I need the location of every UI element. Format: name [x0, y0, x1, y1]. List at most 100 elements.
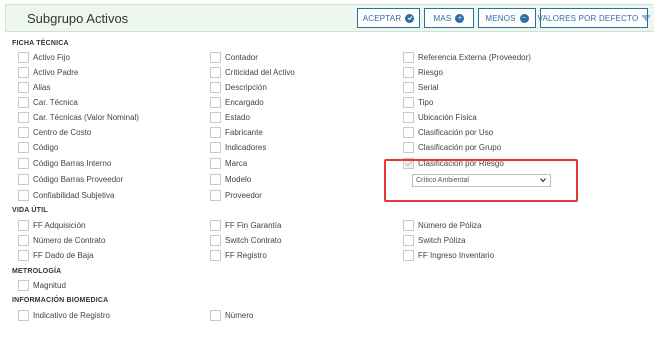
option-centro-de-costo[interactable]: Centro de Costo	[18, 126, 91, 138]
option-label: Marca	[225, 158, 248, 168]
option-car-tecnicas-valor-nominal[interactable]: Car. Técnicas (Valor Nominal)	[18, 111, 139, 123]
checkbox[interactable]	[403, 234, 414, 246]
option-activo-fijo[interactable]: Activo Fijo	[18, 51, 70, 63]
option-label: FF Adquisición	[33, 220, 86, 230]
checkbox[interactable]	[403, 249, 414, 261]
option-indicativo-de-registro[interactable]: Indicativo de Registro	[18, 309, 110, 321]
checkbox[interactable]	[18, 234, 29, 246]
checkbox[interactable]	[18, 96, 29, 108]
checkbox[interactable]	[210, 189, 221, 201]
check-circle-icon	[405, 13, 415, 23]
option-label: Clasificación por Uso	[418, 127, 494, 137]
checkbox[interactable]	[210, 66, 221, 78]
option-label: Alias	[33, 82, 51, 92]
option-serial[interactable]: Serial	[403, 81, 438, 93]
option-ff-dado-de-baja[interactable]: FF Dado de Baja	[18, 249, 93, 261]
checkbox[interactable]	[18, 81, 29, 93]
checkbox[interactable]	[18, 249, 29, 261]
option-label: Switch Contrato	[225, 235, 282, 245]
option-referencia-externa[interactable]: Referencia Externa (Proveedor)	[403, 51, 531, 63]
option-encargado[interactable]: Encargado	[210, 96, 264, 108]
checkbox[interactable]	[210, 96, 221, 108]
checkbox[interactable]	[18, 157, 29, 169]
checkbox[interactable]	[210, 219, 221, 231]
option-riesgo[interactable]: Riesgo	[403, 66, 443, 78]
option-tipo[interactable]: Tipo	[403, 96, 433, 108]
option-confiabilidad-subjetiva[interactable]: Confiabilidad Subjetiva	[18, 189, 114, 201]
option-ff-adquisicion[interactable]: FF Adquisición	[18, 219, 85, 231]
aceptar-button[interactable]: ACEPTAR	[357, 8, 420, 28]
checkbox[interactable]	[18, 189, 29, 201]
option-ff-registro[interactable]: FF Registro	[210, 249, 267, 261]
mas-button[interactable]: MAS +	[424, 8, 474, 28]
option-label: FF Registro	[225, 250, 267, 260]
checkbox[interactable]	[403, 111, 414, 123]
checkbox[interactable]	[18, 111, 29, 123]
option-contador[interactable]: Contador	[210, 51, 258, 63]
option-label: Descripción	[225, 82, 267, 92]
checkbox[interactable]	[18, 141, 29, 153]
option-alias[interactable]: Alias	[18, 81, 50, 93]
option-numero[interactable]: Número	[210, 309, 253, 321]
option-car-tecnica[interactable]: Car. Técnica	[18, 96, 78, 108]
checkbox[interactable]	[403, 81, 414, 93]
checkbox[interactable]	[403, 126, 414, 138]
option-label: Número	[225, 310, 254, 320]
option-switch-poliza[interactable]: Switch Póliza	[403, 234, 466, 246]
option-label: Ubicación Física	[418, 112, 477, 122]
option-descripcion[interactable]: Descripción	[210, 81, 267, 93]
option-magnitud[interactable]: Magnitud	[18, 279, 66, 291]
checkbox[interactable]	[210, 81, 221, 93]
checkbox[interactable]	[18, 309, 29, 321]
checkbox[interactable]	[403, 51, 414, 63]
checkbox[interactable]	[210, 249, 221, 261]
option-marca[interactable]: Marca	[210, 157, 247, 169]
option-codigo-barras-interno[interactable]: Código Barras Interno	[18, 157, 111, 169]
option-numero-de-poliza[interactable]: Número de Póliza	[403, 219, 482, 231]
checkbox[interactable]	[18, 126, 29, 138]
option-switch-contrato[interactable]: Switch Contrato	[210, 234, 281, 246]
checkbox[interactable]	[18, 279, 29, 291]
mas-label: MAS	[433, 13, 452, 23]
checkbox[interactable]	[403, 96, 414, 108]
option-activo-padre[interactable]: Activo Padre	[18, 66, 78, 78]
option-modelo[interactable]: Modelo	[210, 173, 251, 185]
menos-button[interactable]: MENOS −	[478, 8, 536, 28]
option-clasificacion-por-grupo[interactable]: Clasificación por Grupo	[403, 141, 501, 153]
checkbox[interactable]	[210, 309, 221, 321]
checkbox[interactable]	[210, 126, 221, 138]
checkbox[interactable]	[18, 51, 29, 63]
highlight-annotation-box	[384, 159, 578, 202]
option-fabricante[interactable]: Fabricante	[210, 126, 263, 138]
checkbox[interactable]	[210, 141, 221, 153]
checkbox[interactable]	[210, 111, 221, 123]
checkbox[interactable]	[18, 66, 29, 78]
option-label: Indicadores	[225, 142, 267, 152]
option-clasificacion-por-uso[interactable]: Clasificación por Uso	[403, 126, 493, 138]
checkbox[interactable]	[403, 219, 414, 231]
option-ff-fin-garantia[interactable]: FF Fin Garantía	[210, 219, 281, 231]
option-proveedor[interactable]: Proveedor	[210, 189, 262, 201]
option-indicadores[interactable]: Indicadores	[210, 141, 266, 153]
checkbox[interactable]	[403, 141, 414, 153]
valores-por-defecto-button[interactable]: VALORES POR DEFECTO	[538, 8, 651, 28]
checkbox[interactable]	[210, 157, 221, 169]
option-criticidad-del-activo[interactable]: Criticidad del Activo	[210, 66, 295, 78]
minus-circle-icon: −	[519, 13, 529, 23]
checkbox[interactable]	[210, 173, 221, 185]
checkbox[interactable]	[18, 219, 29, 231]
checkbox[interactable]	[403, 66, 414, 78]
menos-label: MENOS	[485, 13, 516, 23]
option-codigo[interactable]: Código	[18, 141, 58, 153]
option-numero-de-contrato[interactable]: Número de Contrato	[18, 234, 105, 246]
option-ubicacion-fisica[interactable]: Ubicación Física	[403, 111, 477, 123]
option-label: Número de Póliza	[418, 220, 482, 230]
option-ff-ingreso-inventario[interactable]: FF Ingreso Inventario	[403, 249, 494, 261]
option-estado[interactable]: Estado	[210, 111, 250, 123]
section-informacion-biomedica: INFORMACIÓN BIOMEDICA	[12, 297, 109, 304]
checkbox[interactable]	[18, 173, 29, 185]
option-codigo-barras-proveedor[interactable]: Código Barras Proveedor	[18, 173, 123, 185]
checkbox[interactable]	[210, 234, 221, 246]
plus-circle-icon: +	[455, 13, 465, 23]
checkbox[interactable]	[210, 51, 221, 63]
